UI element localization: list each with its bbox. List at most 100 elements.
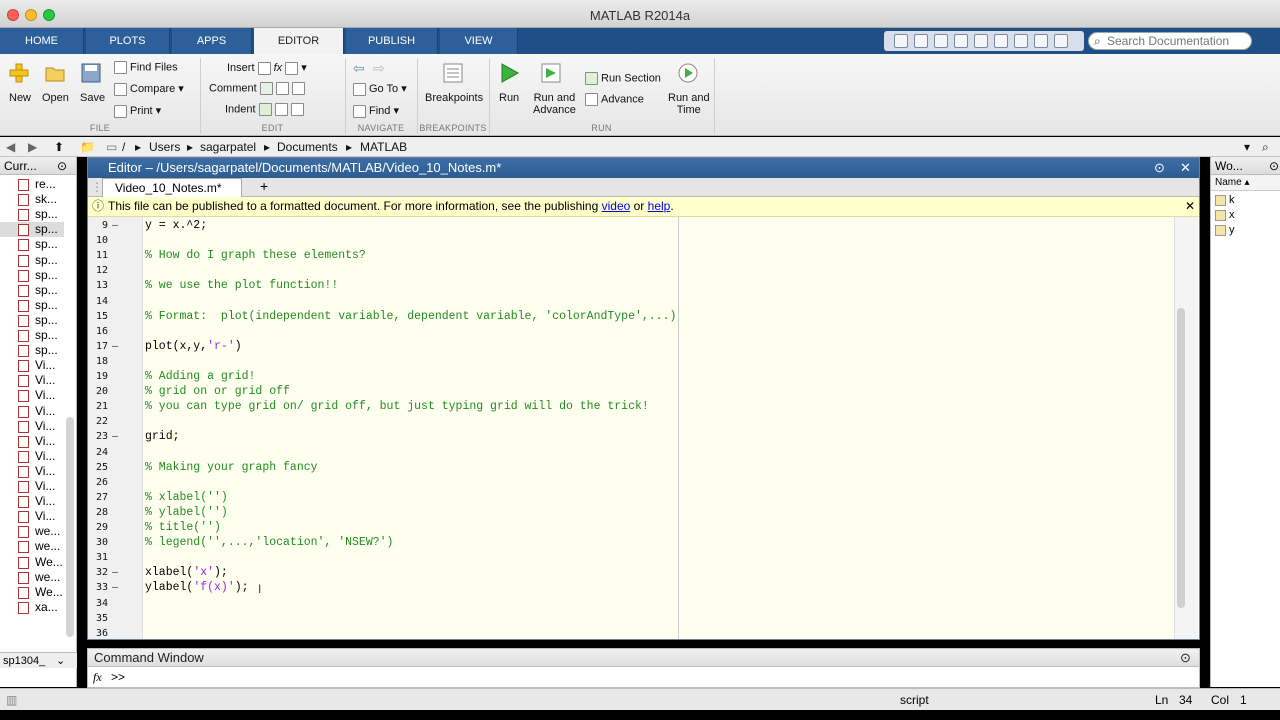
list-item[interactable]: We...	[18, 555, 63, 570]
forward-arrow-icon[interactable]: ⇨	[373, 60, 385, 77]
compare-button[interactable]: Compare ▾	[114, 82, 184, 96]
shortcut-icon[interactable]	[894, 34, 908, 48]
find-button[interactable]: Find ▾	[353, 104, 399, 118]
tab-publish[interactable]: PUBLISH	[346, 28, 438, 54]
list-item[interactable]: sp...	[18, 343, 58, 358]
list-item[interactable]: Vi...	[18, 479, 55, 494]
variable-x[interactable]: x	[1215, 208, 1235, 223]
forward-icon[interactable]: ▶	[28, 140, 37, 154]
new-button[interactable]: New	[9, 92, 31, 104]
list-item[interactable]: sp...	[18, 283, 58, 298]
fx-icon[interactable]: fx	[93, 670, 102, 684]
code-line[interactable]: % Format: plot(independent variable, dep…	[145, 310, 676, 323]
list-item[interactable]: we...	[18, 570, 60, 585]
list-item[interactable]: sp...	[18, 313, 58, 328]
workspace-menu-icon[interactable]: ⊙	[1269, 157, 1279, 175]
editor-scroll-thumb[interactable]	[1177, 308, 1185, 608]
search-folder-icon[interactable]: ⌕	[1262, 140, 1269, 155]
code-line[interactable]: % you can type grid on/ grid off, but ju…	[145, 400, 649, 413]
list-item[interactable]: Vi...	[18, 419, 55, 434]
list-item[interactable]: Vi...	[18, 373, 55, 388]
breakpoint-marker[interactable]: –	[112, 582, 118, 593]
list-item[interactable]: Vi...	[18, 494, 55, 509]
address-dropdown-icon[interactable]: ▾	[1244, 140, 1250, 154]
list-item[interactable]: Vi...	[18, 358, 55, 373]
tab-plots[interactable]: PLOTS	[86, 28, 170, 54]
advance-button[interactable]: Advance	[585, 93, 644, 106]
code-line[interactable]: % grid on or grid off	[145, 385, 290, 398]
goto-button[interactable]: Go To ▾	[353, 82, 407, 96]
run-and-time-button[interactable]: Run and Time	[668, 92, 710, 116]
help-icon[interactable]	[1054, 34, 1068, 48]
list-item[interactable]: Vi...	[18, 388, 55, 403]
breadcrumb-users[interactable]: Users	[149, 140, 180, 154]
code-line[interactable]: % title('')	[145, 521, 221, 534]
search-documentation-input[interactable]: ⌕ Search Documentation	[1088, 32, 1252, 50]
list-item[interactable]: We...	[18, 585, 63, 600]
code-line[interactable]: % Adding a grid!	[145, 370, 255, 383]
run-button[interactable]: Run	[499, 92, 519, 104]
paste-icon[interactable]	[974, 34, 988, 48]
list-item[interactable]: we...	[18, 539, 60, 554]
undo-icon[interactable]	[994, 34, 1008, 48]
list-item[interactable]: sp...	[18, 328, 58, 343]
print-button[interactable]: Print ▾	[114, 104, 161, 118]
list-item[interactable]: we...	[18, 524, 60, 539]
list-item[interactable]: sp...	[18, 237, 58, 252]
variable-k[interactable]: k	[1215, 193, 1235, 208]
video-link[interactable]: video	[602, 199, 631, 213]
code-line[interactable]: y = x.^2;	[145, 219, 207, 232]
run-and-advance-button[interactable]: Run and Advance	[533, 92, 576, 116]
code-line[interactable]: % ylabel('')	[145, 506, 228, 519]
help-link[interactable]: help	[648, 199, 671, 213]
tab-apps[interactable]: APPS	[172, 28, 252, 54]
command-prompt-row[interactable]: fx >>	[88, 667, 1199, 687]
cut-icon[interactable]	[934, 34, 948, 48]
indent-button[interactable]: Indent	[225, 103, 307, 116]
code-line[interactable]: xlabel('x');	[145, 566, 228, 579]
tab-home[interactable]: HOME	[0, 28, 84, 54]
variable-y[interactable]: y	[1215, 223, 1235, 238]
save-icon[interactable]	[914, 34, 928, 48]
breadcrumb-matlab[interactable]: MATLAB	[360, 140, 407, 154]
tab-editor[interactable]: EDITOR	[254, 28, 344, 55]
code-line[interactable]: % xlabel('')	[145, 491, 228, 504]
insert-button[interactable]: Insert fx ▾	[227, 61, 307, 75]
workspace-column-header[interactable]: Name ▴	[1211, 175, 1280, 191]
list-item[interactable]: Vi...	[18, 509, 55, 524]
code-line[interactable]: plot(x,y,'r-')	[145, 340, 242, 353]
list-item[interactable]: Vi...	[18, 434, 55, 449]
code-line[interactable]: % legend('',...,'location', 'NSEW?')	[145, 536, 393, 549]
code-line[interactable]: % How do I graph these elements?	[145, 249, 366, 262]
breadcrumb-documents[interactable]: Documents	[277, 140, 338, 154]
breakpoint-marker[interactable]: –	[112, 220, 118, 231]
panel-menu-icon[interactable]: ⊙	[57, 157, 67, 175]
breakpoints-button[interactable]: Breakpoints	[425, 92, 483, 104]
run-section-button[interactable]: Run Section	[585, 72, 661, 85]
close-notice-icon[interactable]: ✕	[1185, 197, 1195, 216]
open-button[interactable]: Open	[42, 92, 69, 104]
find-files-button[interactable]: Find Files	[114, 61, 178, 74]
list-item[interactable]: Vi...	[18, 404, 55, 419]
list-item[interactable]: sk...	[18, 192, 57, 207]
save-button[interactable]: Save	[80, 92, 105, 104]
breakpoint-marker[interactable]: –	[112, 567, 118, 578]
current-folder-footer[interactable]: sp1304_ ⌄	[0, 652, 77, 668]
list-item[interactable]: sp...	[18, 253, 58, 268]
list-item[interactable]: xa...	[18, 600, 58, 615]
breakpoint-marker[interactable]: –	[112, 341, 118, 352]
code-area[interactable]: 9– y = x.^2; 10 11% How do I graph these el…	[88, 217, 1173, 639]
list-item[interactable]: Vi...	[18, 464, 55, 479]
list-item[interactable]: sp...	[18, 207, 58, 222]
copy-icon[interactable]	[954, 34, 968, 48]
tab-view[interactable]: VIEW	[440, 28, 518, 54]
list-item[interactable]: sp...	[18, 298, 58, 313]
up-folder-icon[interactable]: ⬆	[54, 140, 64, 154]
switch-windows-icon[interactable]	[1034, 34, 1048, 48]
tab-video-10-notes[interactable]: Video_10_Notes.m*	[102, 178, 242, 197]
breadcrumb-root[interactable]: /	[122, 140, 125, 154]
code-line[interactable]: grid;	[145, 430, 180, 443]
new-tab-icon[interactable]: +	[260, 178, 268, 194]
code-line[interactable]: % we use the plot function!!	[145, 279, 338, 292]
code-line[interactable]: % Making your graph fancy	[145, 461, 318, 474]
